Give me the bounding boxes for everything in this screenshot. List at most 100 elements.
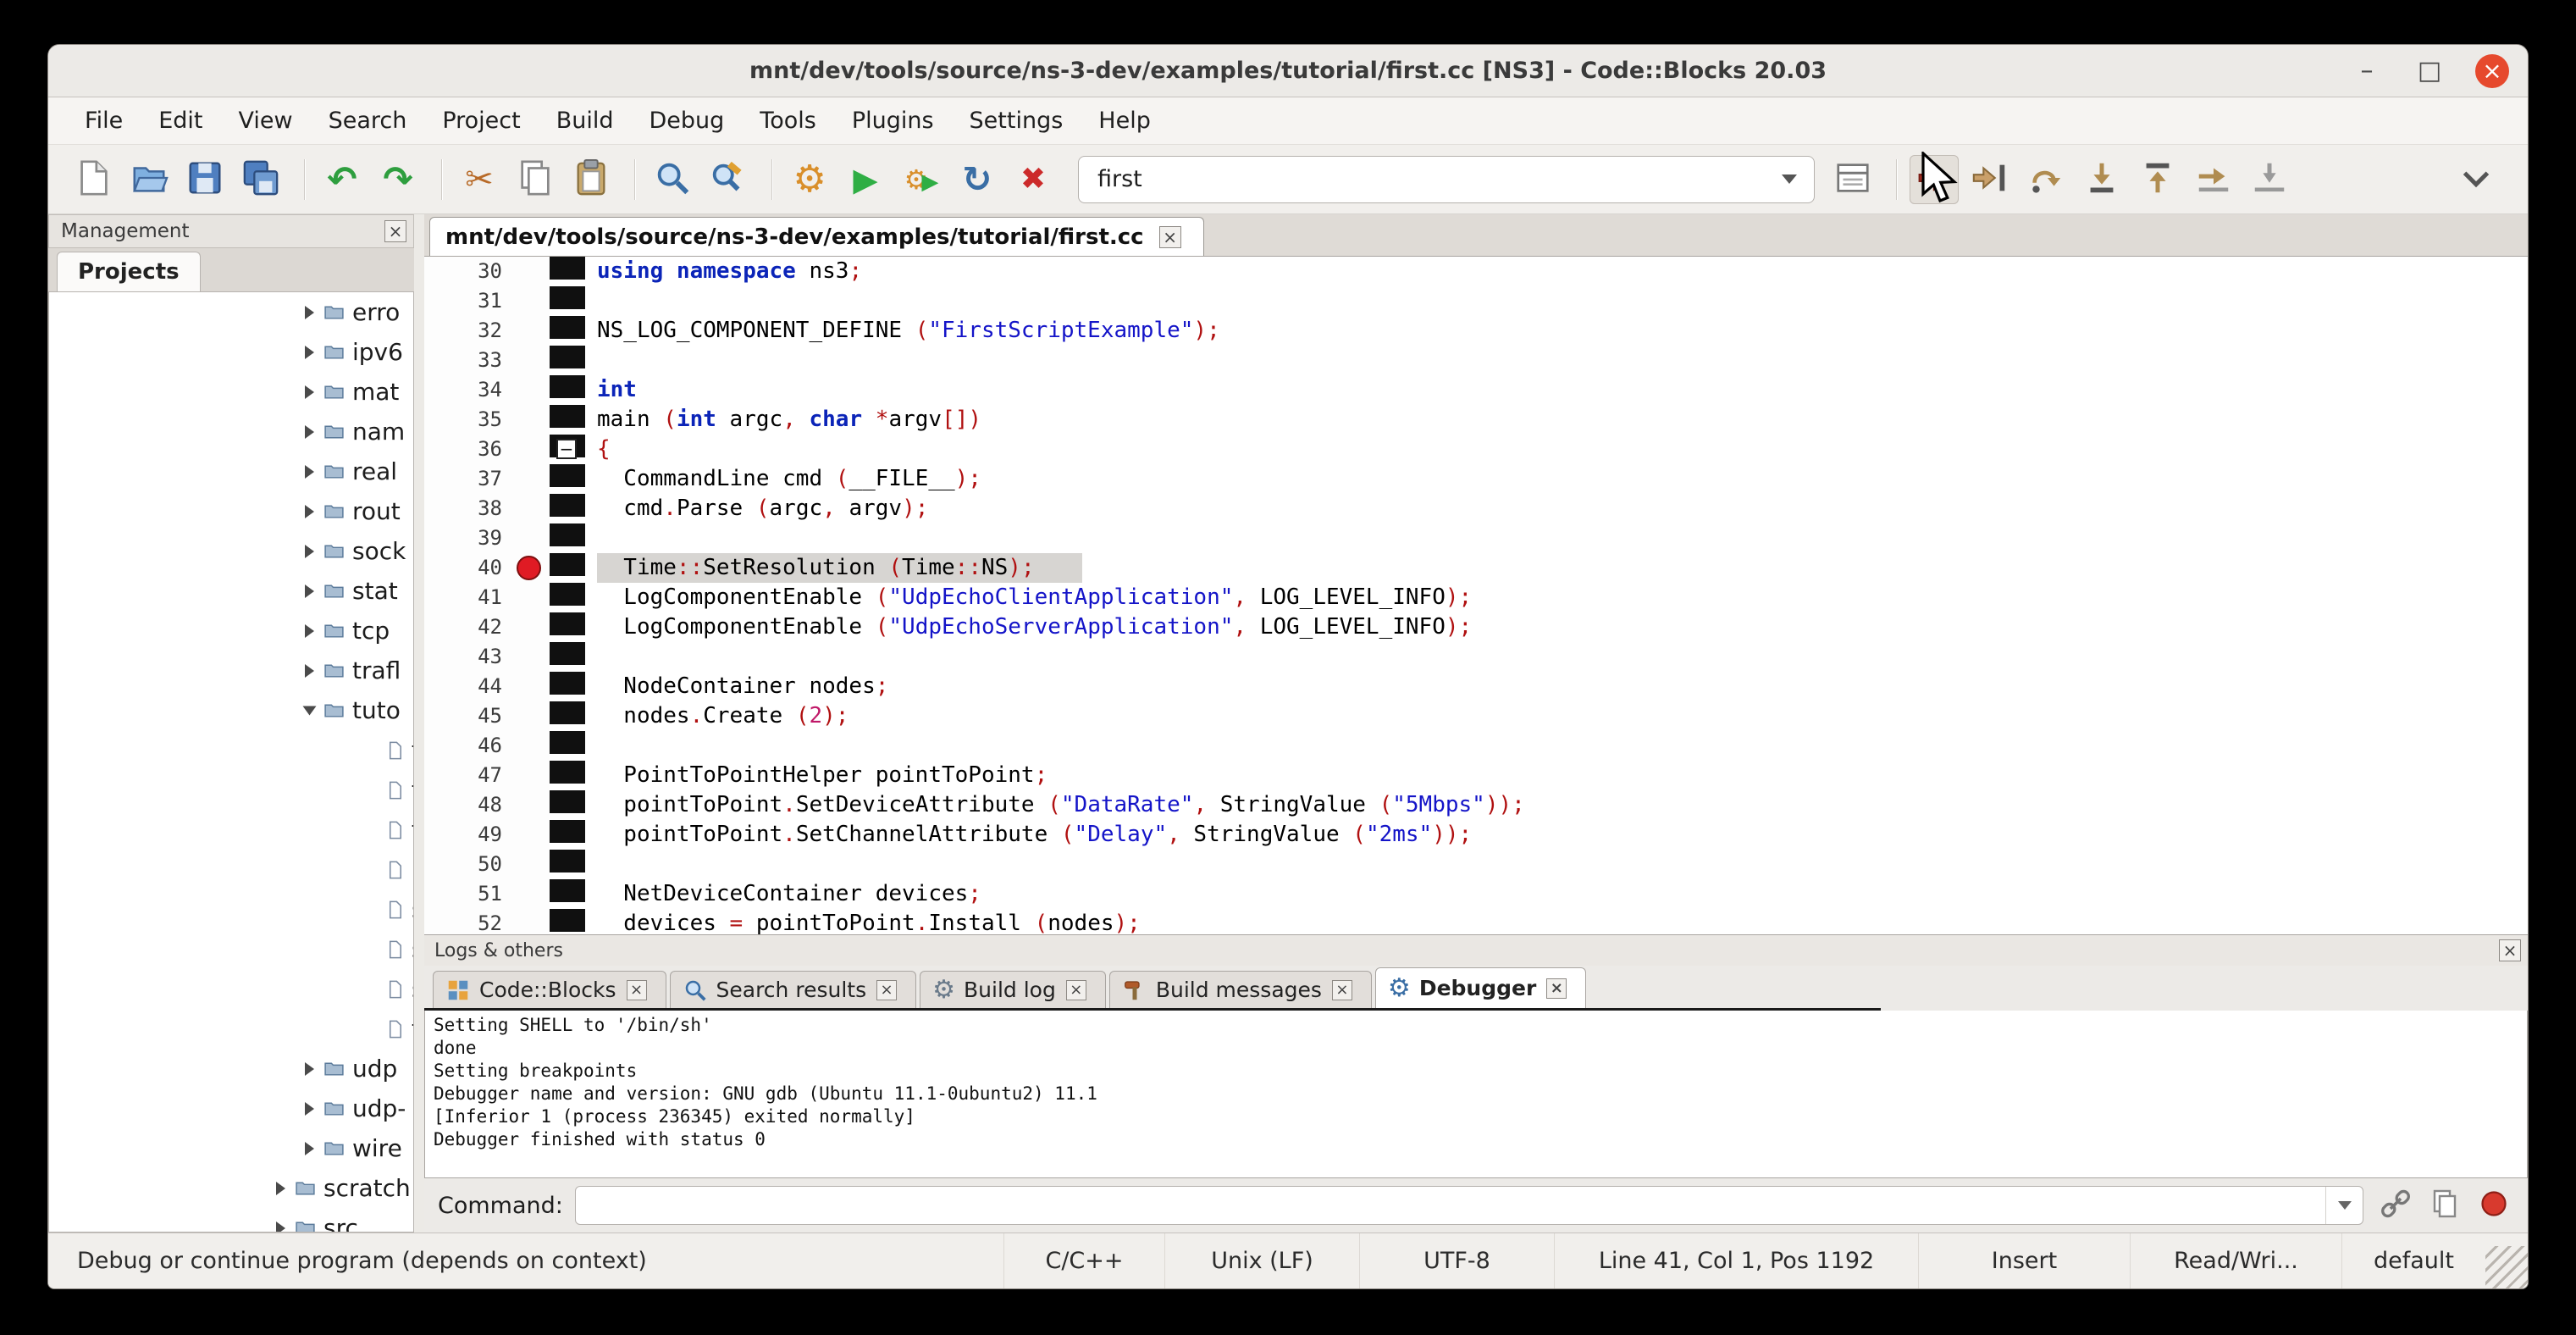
replace-button[interactable]: [704, 155, 753, 204]
logs-tab-build-log[interactable]: ⚙Build log×: [920, 971, 1106, 1008]
fold-toggle[interactable]: −: [556, 439, 577, 459]
step-into-instruction-button[interactable]: [2245, 155, 2294, 204]
copy-button[interactable]: [511, 155, 560, 204]
breakpoint-margin[interactable]: [512, 316, 550, 346]
breakpoint-margin[interactable]: [512, 405, 550, 435]
expand-arrow-icon[interactable]: [276, 1182, 285, 1195]
breakpoint-margin[interactable]: [512, 672, 550, 701]
logs-tab-close-button[interactable]: ×: [1332, 980, 1352, 1000]
tree-item-se[interactable]: se: [49, 889, 413, 929]
breakpoint-margin[interactable]: [512, 553, 550, 583]
tree-item-si[interactable]: si: [49, 969, 413, 1009]
tree-item-real[interactable]: real: [49, 451, 413, 491]
tree-item-tcp[interactable]: tcp: [49, 611, 413, 651]
menu-edit[interactable]: Edit: [141, 97, 220, 144]
expand-arrow-icon[interactable]: [305, 465, 314, 479]
logs-tab-close-button[interactable]: ×: [876, 980, 897, 1000]
logs-tab-debugger[interactable]: ⚙Debugger×: [1375, 967, 1586, 1008]
abort-button[interactable]: ✖: [1009, 155, 1058, 204]
tree-item-nam[interactable]: nam: [49, 412, 413, 451]
tree-item-scratch[interactable]: scratch: [49, 1168, 413, 1208]
save-button[interactable]: [180, 155, 229, 204]
expand-arrow-icon[interactable]: [305, 584, 314, 598]
tree-item-fir[interactable]: fir: [49, 770, 413, 810]
maximize-button[interactable]: □: [2413, 56, 2446, 86]
debug-windows-button[interactable]: [1828, 155, 1877, 204]
logs-close-button[interactable]: ×: [2499, 939, 2521, 961]
step-into-button[interactable]: [2077, 155, 2126, 204]
tree-item-src[interactable]: src: [49, 1208, 413, 1233]
debugger-command-input[interactable]: [576, 1188, 2325, 1222]
logs-tab-close-button[interactable]: ×: [627, 980, 647, 1000]
menu-help[interactable]: Help: [1081, 97, 1169, 144]
logs-tab-close-button[interactable]: ×: [1066, 980, 1086, 1000]
breakpoint-margin[interactable]: [512, 435, 550, 464]
tree-item-ipv6[interactable]: ipv6: [49, 332, 413, 372]
tree-item-se[interactable]: se: [49, 929, 413, 969]
debugger-log-output[interactable]: Setting SHELL to '/bin/sh'doneSetting br…: [424, 1011, 2528, 1178]
expand-arrow-icon[interactable]: [305, 306, 314, 319]
cut-button[interactable]: ✂: [455, 155, 504, 204]
breakpoint-margin[interactable]: [512, 523, 550, 553]
menu-tools[interactable]: Tools: [742, 97, 834, 144]
resize-grip[interactable]: [2485, 1246, 2528, 1288]
tree-item-fif[interactable]: fif: [49, 730, 413, 770]
tree-item-th[interactable]: th: [49, 1009, 413, 1049]
tree-item-tuto[interactable]: tuto: [49, 690, 413, 730]
menu-plugins[interactable]: Plugins: [834, 97, 952, 144]
collapse-arrow-icon[interactable]: [303, 706, 317, 715]
breakpoint-margin[interactable]: [512, 375, 550, 405]
toolbar-overflow-button[interactable]: [2452, 155, 2501, 204]
command-history-dropdown[interactable]: [2325, 1187, 2363, 1224]
breakpoint-margin[interactable]: [512, 346, 550, 375]
tree-item-erro[interactable]: erro: [49, 292, 413, 332]
tree-item-mat[interactable]: mat: [49, 372, 413, 412]
editor-tab-close-button[interactable]: ×: [1159, 226, 1181, 248]
breakpoint-margin[interactable]: [512, 494, 550, 523]
copy-pages-button[interactable]: [2424, 1185, 2465, 1226]
tree-item-trafl[interactable]: trafl: [49, 651, 413, 690]
breakpoint-margin[interactable]: [512, 642, 550, 672]
find-button[interactable]: [648, 155, 697, 204]
breakpoint-margin[interactable]: [512, 701, 550, 731]
logs-tab-build-messages[interactable]: Build messages×: [1109, 971, 1372, 1008]
expand-arrow-icon[interactable]: [305, 505, 314, 518]
run-to-cursor-button[interactable]: [1965, 155, 2015, 204]
code-area[interactable]: 30using namespace ns3;3132NS_LOG_COMPONE…: [424, 257, 2528, 934]
step-out-button[interactable]: [2133, 155, 2182, 204]
breakpoint-margin[interactable]: [512, 464, 550, 494]
expand-arrow-icon[interactable]: [305, 624, 314, 638]
tree-item-sock[interactable]: sock: [49, 531, 413, 571]
expand-arrow-icon[interactable]: [276, 1221, 285, 1233]
menu-debug[interactable]: Debug: [632, 97, 743, 144]
undo-button[interactable]: ↶: [318, 155, 367, 204]
logs-tab-search-results[interactable]: Search results×: [670, 971, 917, 1008]
tree-item-udp-[interactable]: udp-: [49, 1088, 413, 1128]
expand-arrow-icon[interactable]: [305, 545, 314, 558]
tree-item-wire[interactable]: wire: [49, 1128, 413, 1168]
next-line-button[interactable]: [2021, 155, 2070, 204]
titlebar[interactable]: mnt/dev/tools/source/ns-3-dev/examples/t…: [48, 45, 2528, 97]
run-button[interactable]: ▶: [841, 155, 890, 204]
debug-continue-button[interactable]: [1910, 155, 1959, 204]
menu-settings[interactable]: Settings: [952, 97, 1081, 144]
new-file-button[interactable]: [69, 155, 118, 204]
breakpoint-marker[interactable]: [517, 556, 541, 580]
expand-arrow-icon[interactable]: [305, 1142, 314, 1155]
logs-tab-code-blocks[interactable]: Code::Blocks×: [433, 971, 666, 1008]
expand-arrow-icon[interactable]: [305, 664, 314, 678]
stop-button[interactable]: [2474, 1185, 2514, 1226]
build-button[interactable]: ⚙: [785, 155, 834, 204]
menu-search[interactable]: Search: [311, 97, 425, 144]
breakpoint-margin[interactable]: [512, 790, 550, 820]
tree-item-stat[interactable]: stat: [49, 571, 413, 611]
tree-item-rout[interactable]: rout: [49, 491, 413, 531]
tab-projects[interactable]: Projects: [57, 252, 201, 291]
rebuild-button[interactable]: ↻: [953, 155, 1002, 204]
project-tree[interactable]: erroipv6matnamrealroutsockstattcptrafltu…: [48, 292, 414, 1233]
breakpoint-margin[interactable]: [512, 731, 550, 761]
breakpoint-margin[interactable]: [512, 820, 550, 850]
breakpoint-margin[interactable]: [512, 761, 550, 790]
link-button[interactable]: [2375, 1185, 2416, 1226]
breakpoint-margin[interactable]: [512, 257, 550, 286]
